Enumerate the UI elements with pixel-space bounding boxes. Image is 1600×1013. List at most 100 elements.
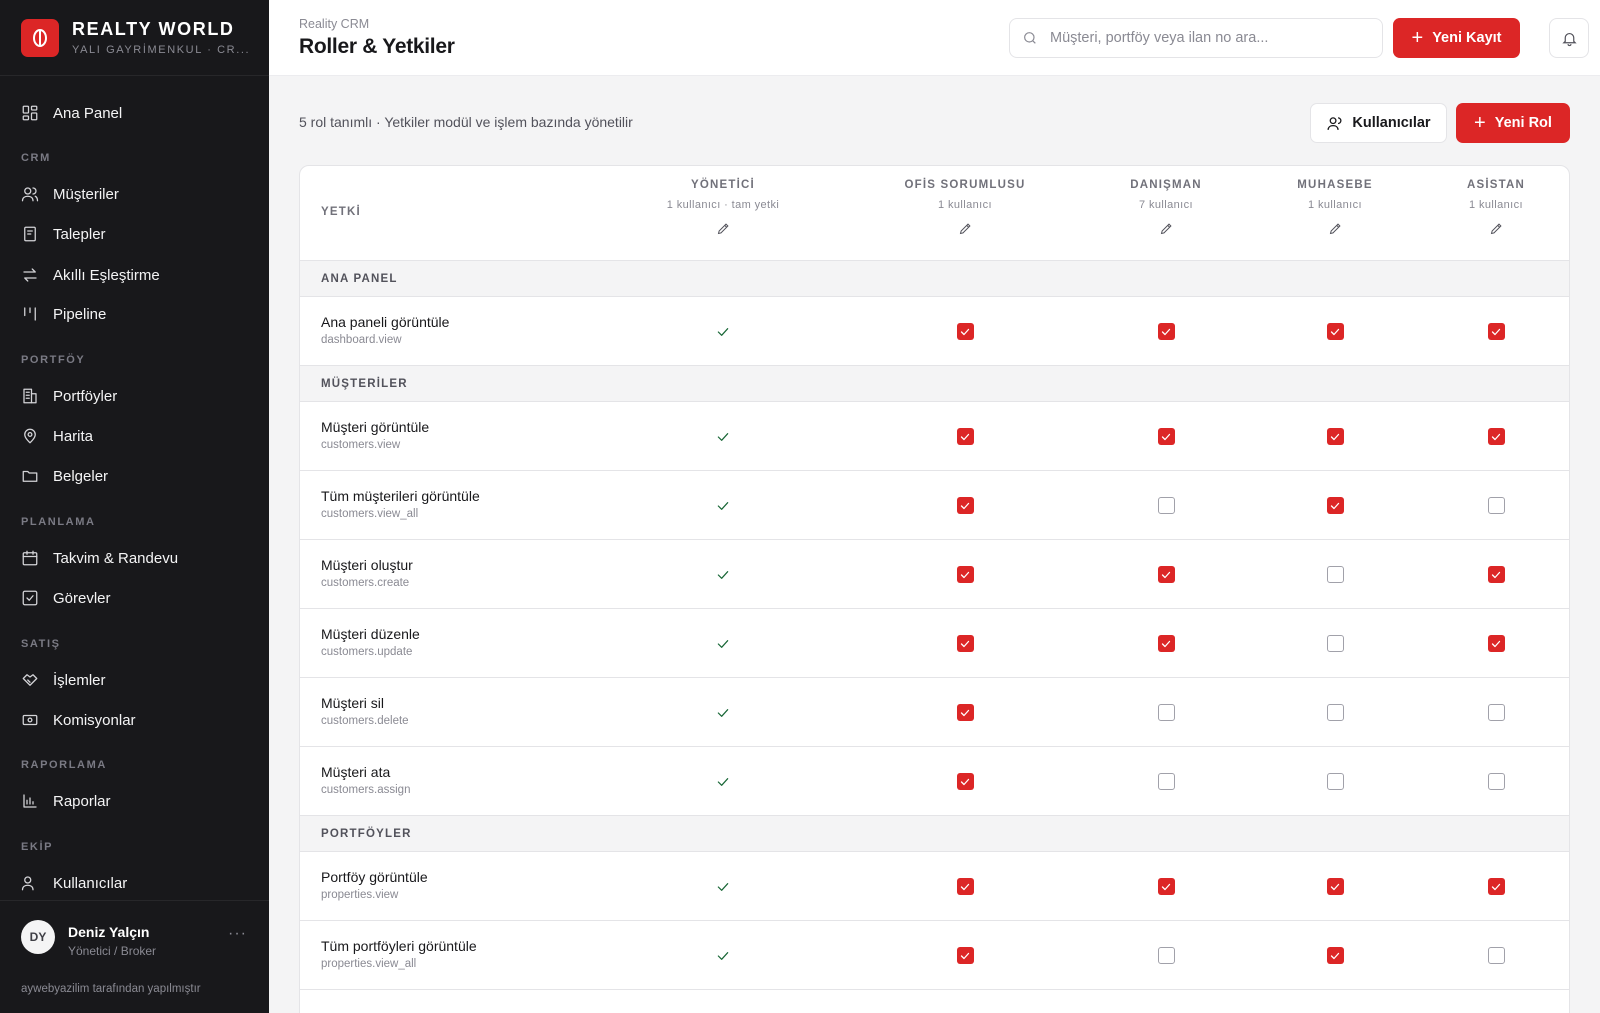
permission-checkbox[interactable] — [1157, 323, 1175, 340]
search-box[interactable] — [1009, 18, 1383, 58]
permission-cell — [945, 402, 985, 471]
permission-cell — [945, 678, 985, 747]
permission-cell — [945, 921, 985, 990]
nav-section-portfoy: PORTFÖY — [21, 354, 86, 366]
sidebar-item-raporlar[interactable]: Raporlar — [21, 783, 111, 819]
sidebar-nav: Ana Panel CRM Müşteriler Talepler Akıllı… — [0, 76, 269, 900]
building-icon — [23, 388, 37, 404]
permission-checkbox[interactable] — [1157, 947, 1175, 964]
table-row: Tüm müşterileri görüntüle customers.view_… — [300, 471, 1569, 540]
edit-role-pencil-icon[interactable] — [958, 221, 973, 241]
edit-role-pencil-icon[interactable] — [716, 221, 731, 241]
permission-checkbox[interactable] — [1326, 566, 1344, 583]
permission-cell — [945, 540, 985, 609]
sidebar-item-talepler[interactable]: Talepler — [21, 216, 106, 252]
edit-role-pencil-icon[interactable] — [1489, 221, 1504, 241]
sidebar-item-belgeler[interactable]: Belgeler — [21, 458, 108, 494]
users-button[interactable]: Kullanıcılar — [1310, 103, 1447, 143]
permission-checkbox[interactable] — [1157, 773, 1175, 790]
permission-checkbox[interactable] — [956, 704, 974, 721]
avatar[interactable]: DY — [21, 920, 55, 954]
breadcrumb[interactable]: Reality CRM — [299, 17, 369, 31]
permission-checkbox[interactable] — [1326, 773, 1344, 790]
top-header: Reality CRM Roller & Yetkiler + Yeni Kay… — [269, 0, 1600, 76]
permission-checkbox[interactable] — [1487, 704, 1505, 721]
permission-group-header: ANA PANEL — [300, 261, 1569, 297]
admin-check-icon — [703, 540, 743, 609]
permission-checkbox[interactable] — [1157, 704, 1175, 721]
permission-checkbox[interactable] — [1487, 323, 1505, 340]
permission-checkbox[interactable] — [1157, 497, 1175, 514]
table-row: Müşteri sil customers.delete — [300, 678, 1569, 747]
permission-checkbox[interactable] — [1487, 773, 1505, 790]
permission-checkbox[interactable] — [1326, 497, 1344, 514]
permission-checkbox[interactable] — [1326, 428, 1344, 445]
role-user-count: 1 kullanıcı — [1469, 199, 1523, 211]
sidebar-item-portfoyler[interactable]: Portföyler — [21, 378, 117, 414]
table-row: Müşteri ata customers.assign — [300, 747, 1569, 816]
permission-checkbox[interactable] — [1157, 566, 1175, 583]
permission-checkbox[interactable] — [956, 773, 974, 790]
admin-check-icon — [703, 402, 743, 471]
permission-checkbox[interactable] — [956, 878, 974, 895]
sidebar-item-musteriler[interactable]: Müşteriler — [21, 176, 119, 212]
admin-check-icon — [703, 852, 743, 921]
sidebar-item-takvim[interactable]: Takvim & Randevu — [21, 540, 178, 576]
new-record-button[interactable]: + Yeni Kayıt — [1393, 18, 1520, 58]
permission-checkbox[interactable] — [1157, 428, 1175, 445]
permission-cell — [1315, 471, 1355, 540]
sidebar-item-pipeline[interactable]: Pipeline — [21, 296, 106, 332]
permission-checkbox[interactable] — [1487, 947, 1505, 964]
sidebar-item-ana-panel[interactable]: Ana Panel — [21, 95, 122, 131]
search-icon — [1024, 32, 1036, 44]
permission-checkbox[interactable] — [956, 566, 974, 583]
brand[interactable]: REALTY WORLD YALI GAYRİMENKUL · CR... — [0, 0, 269, 76]
edit-role-pencil-icon[interactable] — [1159, 221, 1174, 241]
permission-checkbox[interactable] — [1326, 323, 1344, 340]
search-input[interactable] — [1050, 30, 1370, 46]
permission-checkbox[interactable] — [956, 635, 974, 652]
permission-checkbox[interactable] — [1157, 878, 1175, 895]
sidebar-item-label: Raporlar — [53, 792, 111, 810]
permission-checkbox[interactable] — [1326, 635, 1344, 652]
permission-checkbox[interactable] — [1487, 428, 1505, 445]
permission-checkbox[interactable] — [956, 428, 974, 445]
new-role-button[interactable]: + Yeni Rol — [1456, 103, 1570, 143]
roles-summary: 5 rol tanımlı · Yetkiler modül ve işlem … — [299, 114, 633, 130]
permission-cell — [1146, 678, 1186, 747]
notifications-button[interactable] — [1549, 18, 1589, 58]
permission-checkbox[interactable] — [1326, 704, 1344, 721]
permission-checkbox[interactable] — [1487, 566, 1505, 583]
permission-cell — [1476, 609, 1516, 678]
map-pin-icon — [24, 428, 36, 444]
permission-checkbox[interactable] — [1487, 635, 1505, 652]
sidebar-item-label: Komisyonlar — [53, 711, 136, 729]
permission-cell — [945, 297, 985, 366]
users-icon — [21, 876, 34, 891]
permission-checkbox[interactable] — [956, 497, 974, 514]
permission-checkbox[interactable] — [1487, 497, 1505, 514]
sidebar-item-komisyonlar[interactable]: Komisyonlar — [21, 702, 136, 738]
role-user-count: 1 kullanıcı · tam yetki — [666, 199, 780, 211]
more-options-icon[interactable]: ··· — [228, 925, 247, 943]
permission-key: customers.view_all — [321, 508, 419, 520]
admin-check-icon — [703, 921, 743, 990]
permission-checkbox[interactable] — [1326, 878, 1344, 895]
permission-checkbox[interactable] — [1487, 878, 1505, 895]
permission-checkbox[interactable] — [956, 947, 974, 964]
calendar-icon — [22, 550, 38, 566]
edit-role-pencil-icon[interactable] — [1328, 221, 1343, 241]
sidebar-item-akilli-eslestirme[interactable]: Akıllı Eşleştirme — [21, 257, 160, 293]
sidebar-item-islemler[interactable]: İşlemler — [21, 662, 106, 698]
sidebar: REALTY WORLD YALI GAYRİMENKUL · CR... An… — [0, 0, 269, 1013]
sidebar-item-kullanicilar[interactable]: Kullanıcılar — [21, 865, 127, 900]
money-icon — [22, 714, 38, 726]
sidebar-item-harita[interactable]: Harita — [21, 418, 93, 454]
permission-key: properties.view — [321, 889, 399, 901]
role-column-header: OFİS SORUMLUSU 1 kullanıcı — [865, 179, 1065, 241]
permission-checkbox[interactable] — [1157, 635, 1175, 652]
permission-checkbox[interactable] — [1326, 947, 1344, 964]
sidebar-item-gorevler[interactable]: Görevler — [21, 580, 111, 616]
permission-cell — [1315, 747, 1355, 816]
permission-checkbox[interactable] — [956, 323, 974, 340]
